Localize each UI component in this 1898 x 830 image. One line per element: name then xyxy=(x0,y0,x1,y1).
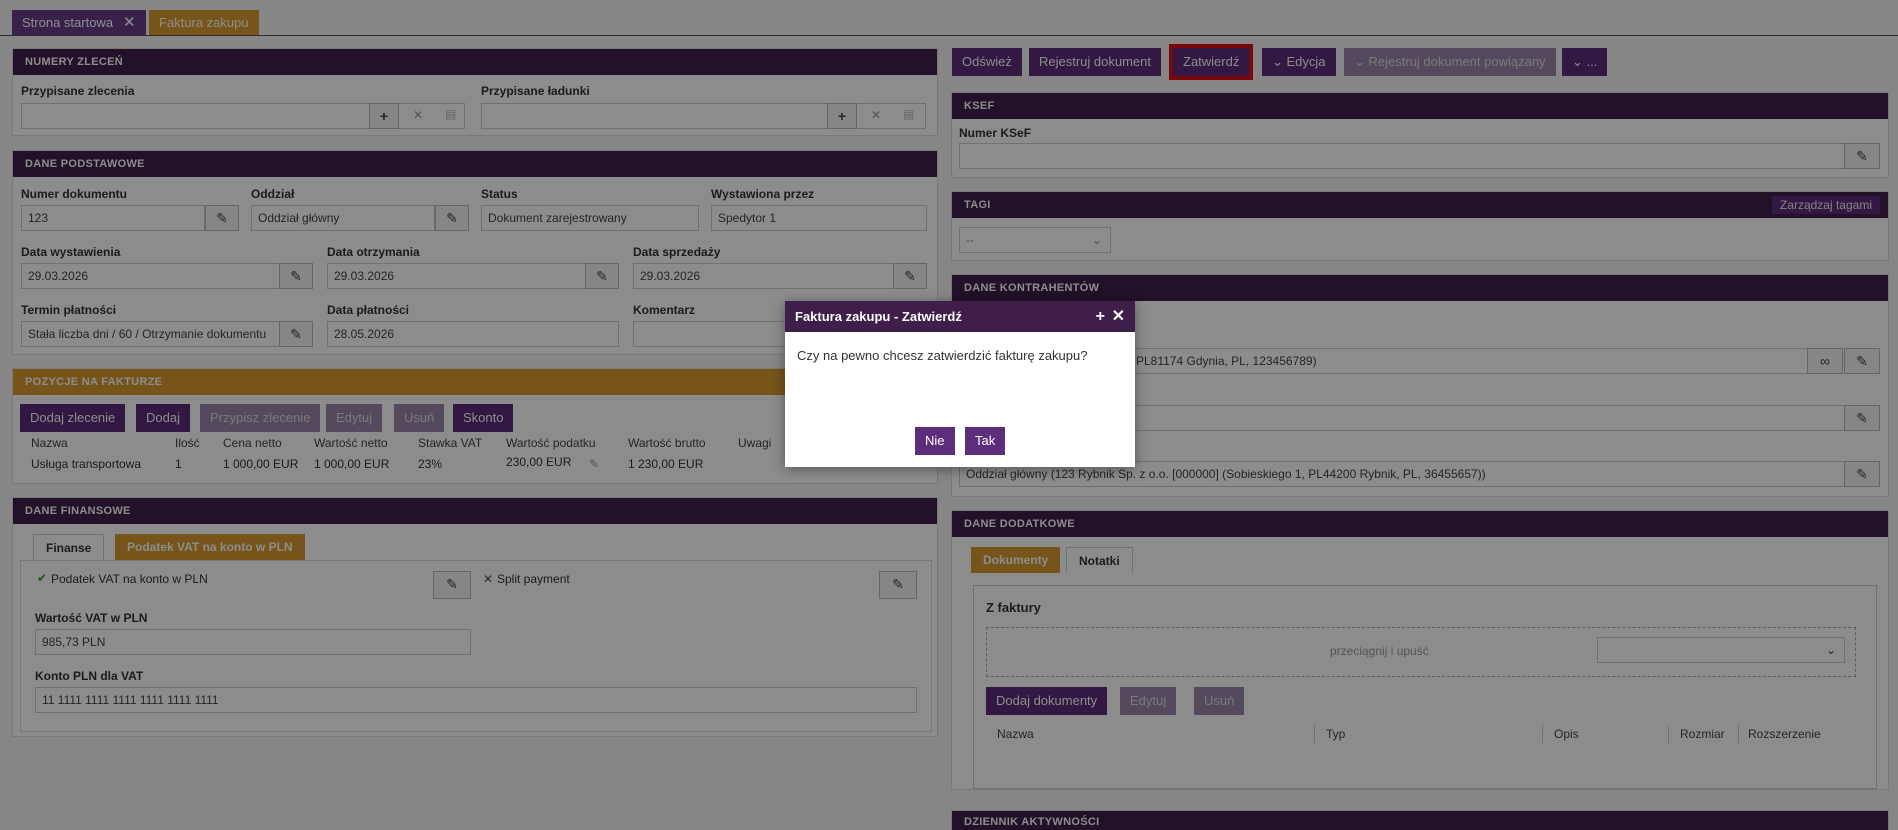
approve-dialog: Faktura zakupu - Zatwierdź + ✕ Czy na pe… xyxy=(785,301,1135,467)
no-button[interactable]: Nie xyxy=(915,427,955,455)
close-icon[interactable]: ✕ xyxy=(1112,301,1125,332)
yes-button[interactable]: Tak xyxy=(965,427,1006,455)
maximize-icon[interactable]: + xyxy=(1096,301,1105,332)
dialog-message: Czy na pewno chcesz zatwierdzić fakturę … xyxy=(797,348,1088,363)
dialog-header: Faktura zakupu - Zatwierdź + ✕ xyxy=(785,301,1135,332)
dialog-title: Faktura zakupu - Zatwierdź xyxy=(795,309,962,324)
